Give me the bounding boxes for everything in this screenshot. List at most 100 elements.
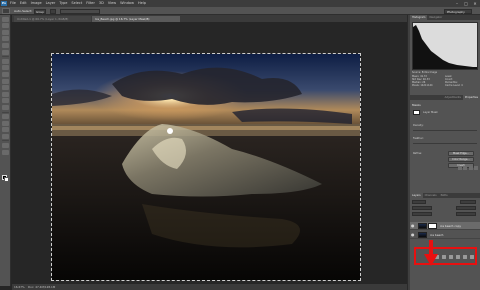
tools-panel [0,15,11,286]
visibility-eye-icon[interactable]: ● [411,224,415,228]
canvas-area[interactable] [12,22,407,284]
menu-select[interactable]: Select [71,0,82,7]
menu-window[interactable]: Window [120,0,134,7]
menu-3d[interactable]: 3D [99,0,104,7]
eraser-tool-icon[interactable] [1,85,9,91]
zoom-level[interactable]: 16.67% [14,284,25,290]
tab-layers[interactable]: Layers [410,193,423,198]
color-range-button[interactable]: Color Range... [448,157,474,162]
status-bar: 16.67% Doc: 47.4M/128.1M [12,284,407,290]
menu-view[interactable]: View [108,0,116,7]
background-color-swatch[interactable] [4,177,9,182]
opacity-field[interactable] [456,206,476,210]
layer-name: ice beach [430,233,444,237]
path-select-tool-icon[interactable] [1,127,9,133]
menu-image[interactable]: Image [31,0,42,7]
lock-buttons[interactable] [412,212,432,216]
delete-mask-icon[interactable] [474,166,478,170]
tab-paths[interactable]: Paths [439,193,450,198]
type-tool-icon[interactable] [1,120,9,126]
doc-size: Doc: 47.4M/128.1M [28,285,56,289]
tab-histogram[interactable]: Histogram [410,15,428,20]
histo-cache: Cache Level: 4 [445,84,463,87]
menu-items: File Edit Image Layer Type Select Filter… [10,0,146,7]
apply-mask-icon[interactable] [463,166,467,170]
photoshop-logo: Ps [1,1,7,6]
lasso-tool-icon[interactable] [1,29,9,35]
layer-mask-thumbnail[interactable] [428,223,437,229]
menu-file[interactable]: File [10,0,16,7]
adjustment-layer-icon[interactable] [449,255,453,259]
gradient-tool-icon[interactable] [1,91,9,97]
tab-navigator[interactable]: Navigator [427,15,444,20]
properties-title: Masks [412,103,421,107]
align-buttons-group[interactable] [60,8,100,14]
histogram-graph [412,22,478,70]
tab-adjustments[interactable]: Adjustments [443,95,463,100]
maximize-icon[interactable]: □ [463,1,469,6]
shape-tool-icon[interactable] [1,133,9,139]
visibility-eye-icon[interactable]: ● [411,233,415,237]
histo-source[interactable]: Source: Entire Image [412,71,437,74]
histogram-info: Source: Entire Image Mean: 41.72 Std Dev… [412,71,478,90]
pen-tool-icon[interactable] [1,114,9,120]
transform-controls-checkbox[interactable] [50,8,56,14]
tool-divider [1,140,9,142]
move-tool-icon[interactable] [1,16,9,22]
blend-mode-select[interactable] [412,206,432,210]
layer-row[interactable]: ● ice beach copy [410,222,480,230]
layer-thumbnail [418,232,427,238]
feather-slider[interactable] [413,143,477,144]
menu-type[interactable]: Type [59,0,67,7]
auto-select-dropdown[interactable]: Group [34,8,46,14]
workspace-select[interactable]: Photography [444,8,472,14]
close-icon[interactable]: ✕ [472,1,478,6]
mask-edge-button[interactable]: Mask Edge... [448,151,474,156]
layer-thumbnail [418,223,427,229]
mask-thumbnail [413,110,420,115]
add-mask-icon[interactable] [442,255,446,259]
layer-kind-filter[interactable] [412,200,426,204]
histogram-plot [413,25,477,69]
tool-divider [1,56,9,58]
tab-properties[interactable]: Properties [462,95,480,100]
zoom-tool-icon[interactable] [1,149,9,155]
hand-tool-icon[interactable] [1,143,9,149]
crop-tool-icon[interactable] [1,42,9,48]
move-tool-preset-icon[interactable] [2,8,10,14]
delete-layer-icon[interactable] [470,255,474,259]
new-group-icon[interactable] [456,255,460,259]
properties-panel: Adjustments Properties Masks Layer Mask … [410,95,480,173]
menu-edit[interactable]: Edit [20,0,27,7]
load-selection-icon[interactable] [457,166,462,170]
healing-brush-tool-icon[interactable] [1,58,9,64]
menu-help[interactable]: Help [138,0,146,7]
menu-layer[interactable]: Layer [46,0,56,7]
toggle-mask-icon[interactable] [468,166,473,170]
refine-label: Refine: [413,152,423,155]
eyedropper-tool-icon[interactable] [1,49,9,55]
fill-field[interactable] [456,212,476,216]
history-brush-tool-icon[interactable] [1,78,9,84]
red-arrow-icon [424,240,438,266]
density-slider[interactable] [413,130,477,131]
blur-tool-icon[interactable] [1,98,9,104]
minimize-icon[interactable]: – [454,1,460,6]
histogram-tabs: Histogram Navigator [410,15,480,20]
properties-footer-icons [457,166,478,170]
tool-divider [1,111,9,113]
clone-stamp-tool-icon[interactable] [1,71,9,77]
quick-select-tool-icon[interactable] [1,36,9,42]
marquee-tool-icon[interactable] [1,23,9,29]
menu-filter[interactable]: Filter [86,0,95,7]
ice-beach-photo[interactable] [51,53,361,281]
brush-tool-icon[interactable] [1,65,9,71]
menu-bar: Ps File Edit Image Layer Type Select Fil… [0,0,480,7]
feather-label: Feather: [413,137,424,140]
options-bar: Auto-Select: Group Photography [0,7,480,15]
layer-filter-toggles[interactable] [460,200,476,204]
new-layer-icon[interactable] [463,255,467,259]
dodge-tool-icon[interactable] [1,104,9,110]
layer-row[interactable]: ● ice beach [410,231,480,239]
tab-channels[interactable]: Channels [423,193,439,198]
